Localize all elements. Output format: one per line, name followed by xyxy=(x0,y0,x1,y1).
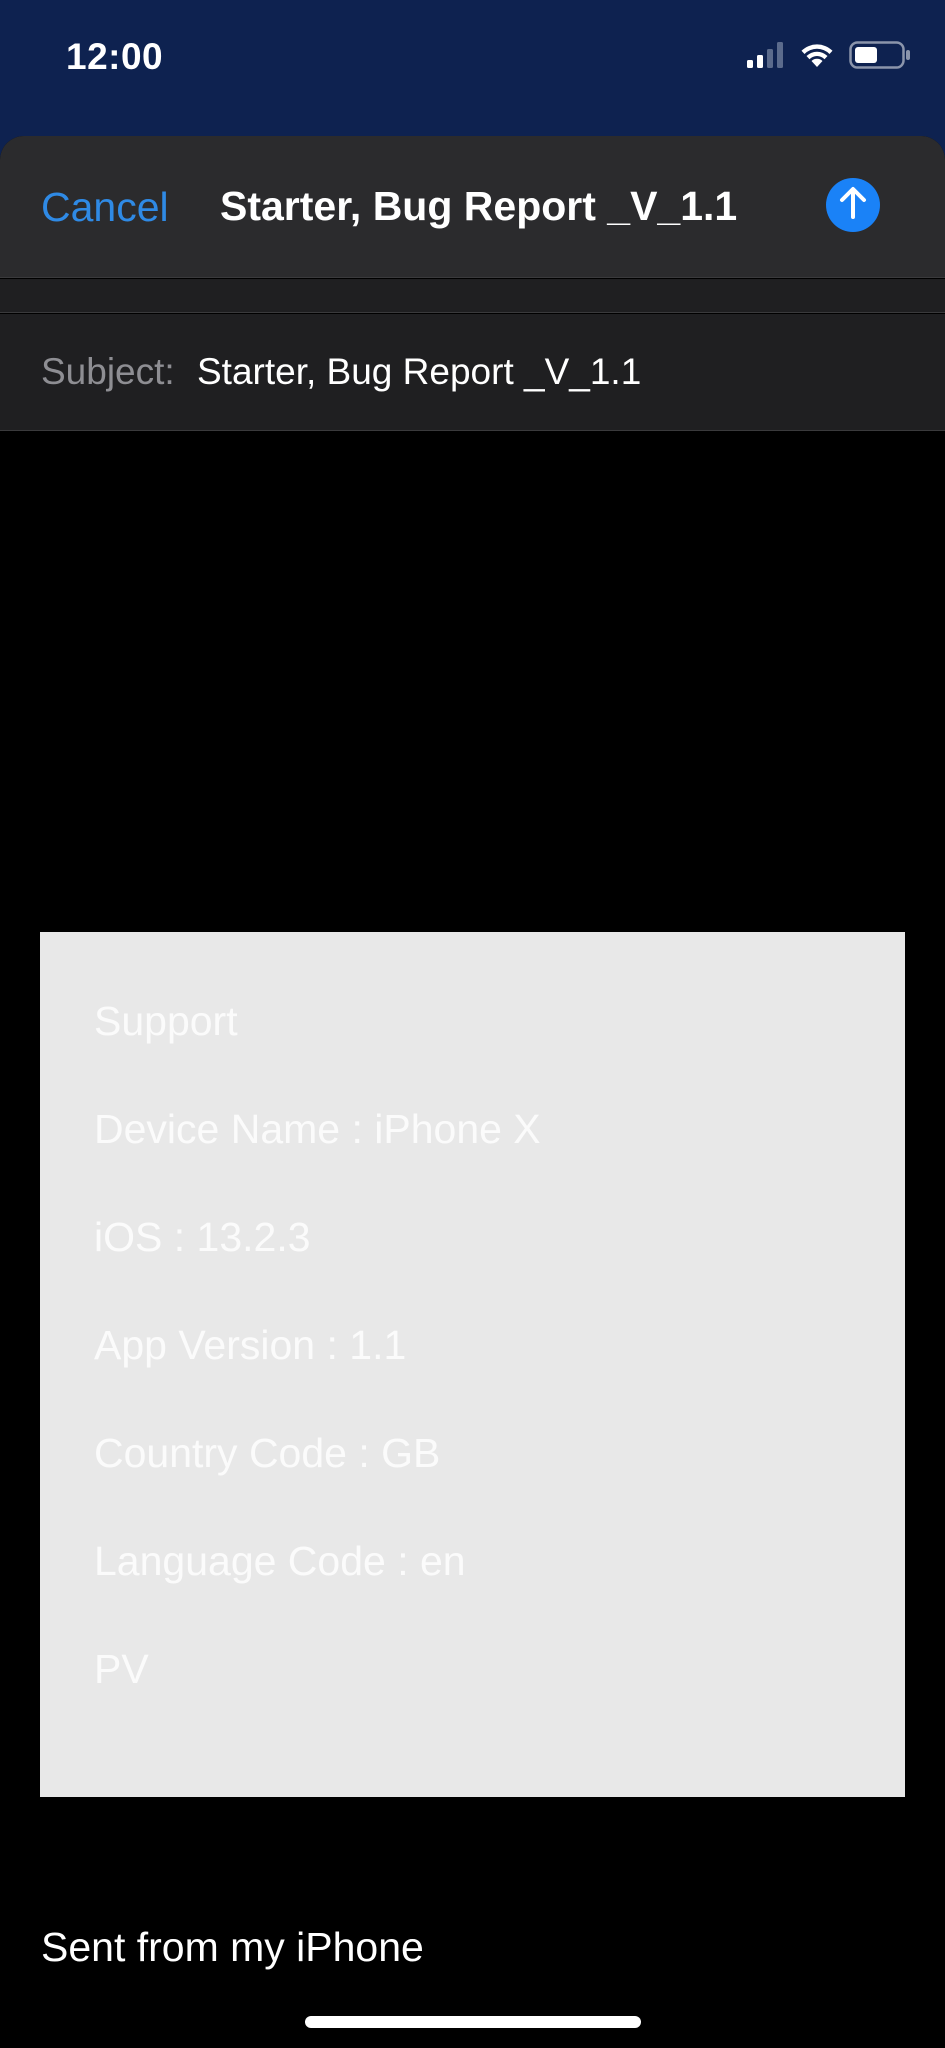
message-body[interactable]: Support Device Name : iPhone X iOS : 13.… xyxy=(0,432,945,2048)
status-time: 12:00 xyxy=(66,36,164,77)
subject-field[interactable]: Subject: Starter, Bug Report _V_1.1 xyxy=(0,314,945,431)
info-line: App Version : 1.1 xyxy=(94,1322,407,1368)
cellular-signal-icon xyxy=(747,42,785,73)
arrow-up-icon xyxy=(838,186,868,225)
email-signature: Sent from my iPhone xyxy=(41,1924,424,1970)
compose-title: Starter, Bug Report _V_1.1 xyxy=(220,183,738,229)
info-line: Language Code : en xyxy=(94,1538,466,1584)
info-line: Device Name : iPhone X xyxy=(94,1106,541,1152)
info-line: PV xyxy=(94,1646,149,1692)
cancel-button[interactable]: Cancel xyxy=(41,184,169,231)
device-info-card: Support Device Name : iPhone X iOS : 13.… xyxy=(40,932,905,1797)
wifi-icon xyxy=(799,41,835,74)
compose-nav-bar: Cancel Starter, Bug Report _V_1.1 xyxy=(0,136,945,278)
info-line: iOS : 13.2.3 xyxy=(94,1214,311,1260)
info-line: Country Code : GB xyxy=(94,1430,441,1476)
battery-icon xyxy=(849,40,911,75)
compose-sheet: Cancel Starter, Bug Report _V_1.1 Subjec… xyxy=(0,136,945,2048)
mail-compose-screen: 12:00 Cancel Starter, Bug Report _V_1.1 … xyxy=(0,0,945,2048)
home-indicator[interactable] xyxy=(305,2016,641,2028)
recipient-field[interactable] xyxy=(0,279,945,313)
status-icons xyxy=(747,40,911,75)
subject-label: Subject: xyxy=(41,351,175,392)
subject-input[interactable]: Starter, Bug Report _V_1.1 xyxy=(197,351,641,393)
info-line: Support xyxy=(94,998,238,1044)
send-button[interactable] xyxy=(826,178,880,232)
